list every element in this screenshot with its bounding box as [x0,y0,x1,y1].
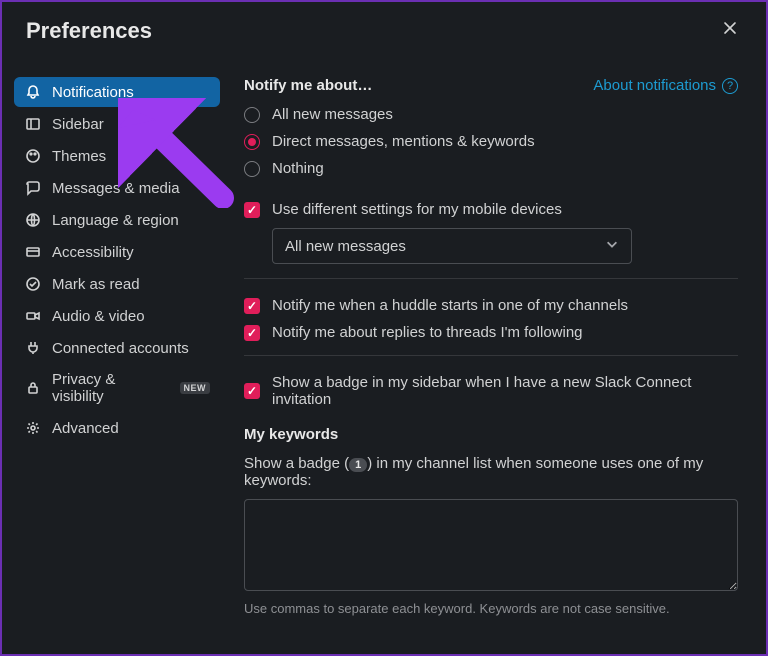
threads-label: Notify me about replies to threads I'm f… [272,324,583,341]
threads-checkbox[interactable]: Notify me about replies to threads I'm f… [244,324,738,341]
sidebar-item-label: Mark as read [52,276,140,293]
sidebar-item-sidebar[interactable]: Sidebar [14,109,220,139]
sidebar-item-label: Audio & video [52,308,145,325]
accessibility-icon [24,243,42,261]
keywords-textarea[interactable] [244,499,738,591]
divider [244,355,738,356]
mobile-diff-label: Use different settings for my mobile dev… [272,201,562,218]
sidebar-icon [24,115,42,133]
sidebar-item-label: Language & region [52,212,179,229]
sidebar-item-audio-video[interactable]: Audio & video [14,301,220,331]
new-badge: NEW [180,382,211,394]
sidebar-item-language-region[interactable]: Language & region [14,205,220,235]
divider [244,278,738,279]
sidebar-item-advanced[interactable]: Advanced [14,413,220,443]
sidebar-item-accessibility[interactable]: Accessibility [14,237,220,267]
keywords-heading: My keywords [244,426,738,443]
sidebar-item-label: Advanced [52,420,119,437]
plug-icon [24,339,42,357]
check-circle-icon [24,275,42,293]
sidebar-item-mark-as-read[interactable]: Mark as read [14,269,220,299]
radio-label: Nothing [272,160,324,177]
chevron-down-icon [605,237,619,255]
sidebar-item-connected-accounts[interactable]: Connected accounts [14,333,220,363]
badge-count: 1 [349,458,367,472]
radio-label: Direct messages, mentions & keywords [272,133,535,150]
checkbox-icon [244,202,260,218]
sidebar-item-label: Privacy & visibility [52,371,170,405]
sidebar-item-label: Accessibility [52,244,134,261]
radio-label: All new messages [272,106,393,123]
help-icon: ? [722,78,738,94]
content-pane: Notify me about… About notifications ? A… [220,53,754,647]
sidebar-item-privacy-visibility[interactable]: Privacy & visibility NEW [14,365,220,411]
close-button[interactable] [718,16,742,45]
notify-radio-0[interactable]: All new messages [244,106,738,123]
radio-icon [244,134,260,150]
bell-icon [24,83,42,101]
mobile-notify-select[interactable]: All new messages [272,228,632,264]
palette-icon [24,147,42,165]
checkbox-icon [244,298,260,314]
huddle-label: Notify me when a huddle starts in one of… [272,297,628,314]
about-notifications-text: About notifications [593,77,716,94]
sidebar-item-label: Connected accounts [52,340,189,357]
notify-radio-1[interactable]: Direct messages, mentions & keywords [244,133,738,150]
globe-icon [24,211,42,229]
keywords-description: Show a badge (1) in my channel list when… [244,455,738,489]
huddle-checkbox[interactable]: Notify me when a huddle starts in one of… [244,297,738,314]
sidebar-item-label: Messages & media [52,180,180,197]
page-title: Preferences [26,18,152,44]
sidebar-item-themes[interactable]: Themes [14,141,220,171]
radio-icon [244,161,260,177]
checkbox-icon [244,383,260,399]
lock-icon [24,379,42,397]
about-notifications-link[interactable]: About notifications ? [593,77,738,94]
notify-radio-2[interactable]: Nothing [244,160,738,177]
gear-icon [24,419,42,437]
sidebar-item-messages-media[interactable]: Messages & media [14,173,220,203]
sidebar-item-label: Themes [52,148,106,165]
connect-badge-checkbox[interactable]: Show a badge in my sidebar when I have a… [244,374,738,408]
close-icon [722,20,738,36]
radio-icon [244,107,260,123]
chat-icon [24,179,42,197]
sidebar-item-label: Notifications [52,84,134,101]
sidebar-item-label: Sidebar [52,116,104,133]
sidebar-item-notifications[interactable]: Notifications [14,77,220,107]
sidebar: Notifications Sidebar Themes Messages & med… [14,53,220,647]
mobile-diff-checkbox[interactable]: Use different settings for my mobile dev… [244,201,738,218]
connect-badge-label: Show a badge in my sidebar when I have a… [272,374,738,408]
video-icon [24,307,42,325]
keywords-hint: Use commas to separate each keyword. Key… [244,601,738,616]
checkbox-icon [244,325,260,341]
notify-heading: Notify me about… [244,77,372,94]
mobile-select-value: All new messages [285,238,406,255]
